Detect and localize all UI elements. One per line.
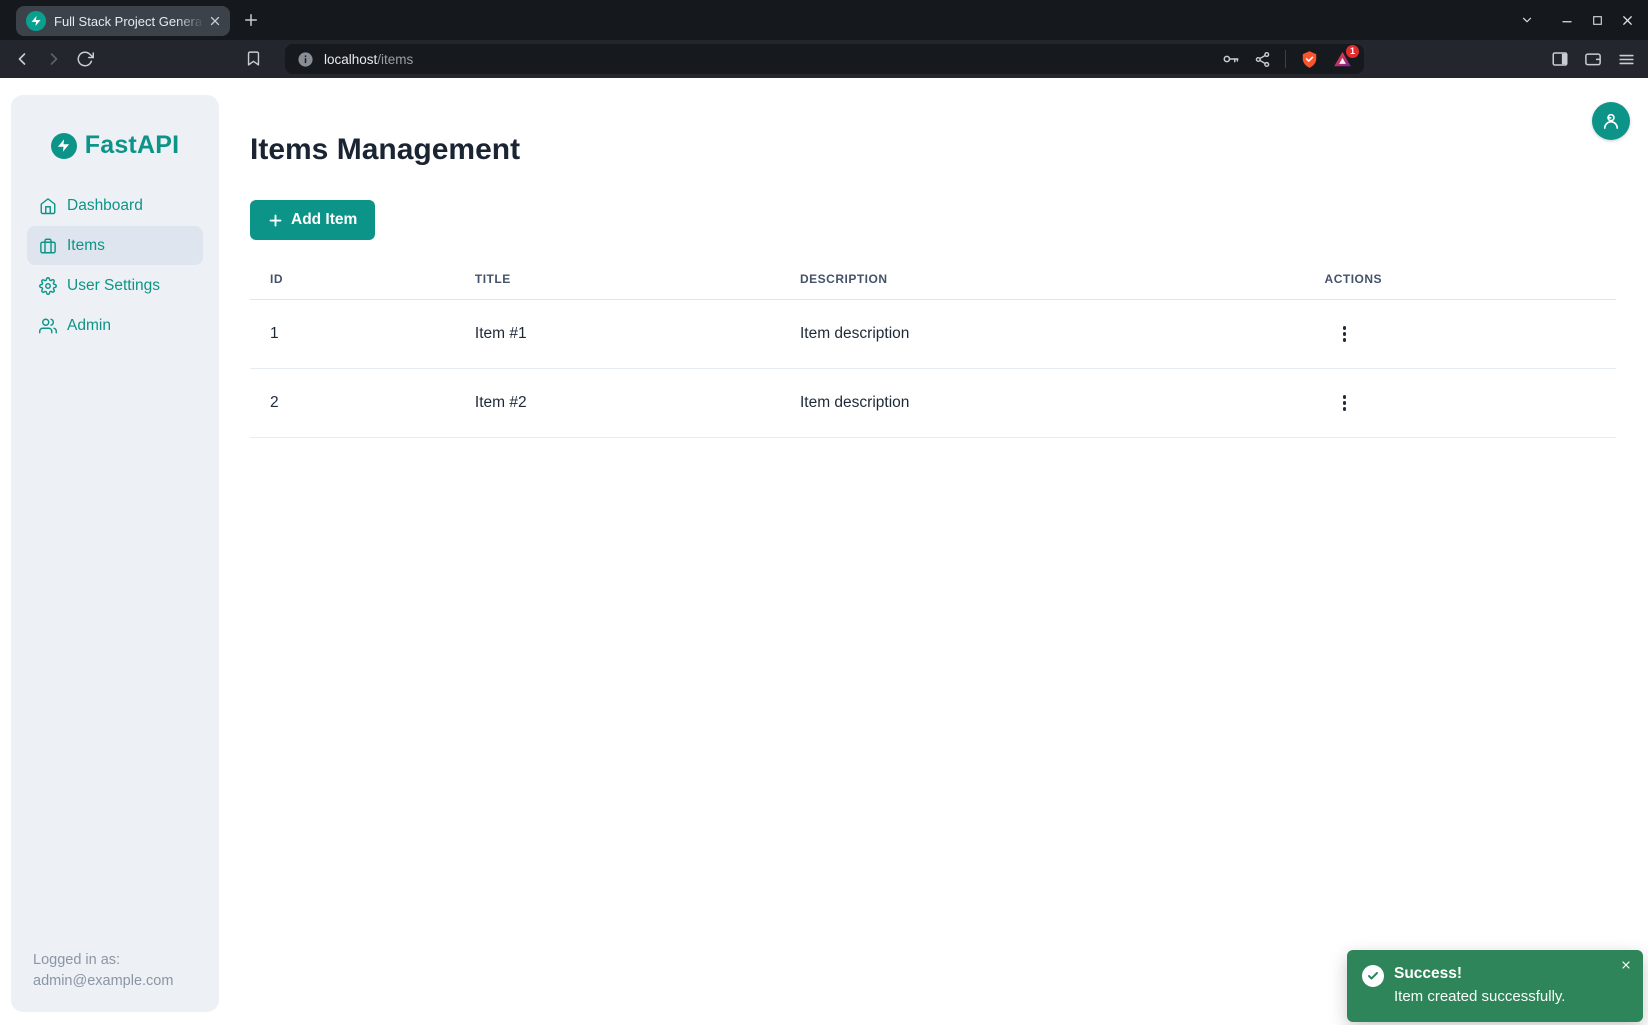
sidebar-item-label: Items bbox=[67, 237, 105, 255]
zap-icon bbox=[51, 133, 77, 159]
site-info-icon[interactable] bbox=[297, 51, 314, 68]
new-tab-plus-icon[interactable] bbox=[242, 11, 260, 29]
cell-title: Item #2 bbox=[455, 369, 780, 438]
browser-titlebar: Full Stack Project Genera bbox=[0, 0, 1648, 40]
column-header-title: TITLE bbox=[455, 264, 780, 300]
wallet-icon[interactable] bbox=[1584, 50, 1602, 68]
logo-text: FastAPI bbox=[85, 131, 179, 160]
minimize-icon[interactable] bbox=[1552, 0, 1582, 40]
table-row: 2 Item #2 Item description bbox=[250, 369, 1616, 438]
sidebar-item-label: User Settings bbox=[67, 277, 160, 295]
gear-icon bbox=[39, 277, 57, 295]
tab-search-chevron-down-icon[interactable] bbox=[1512, 0, 1542, 40]
cell-description: Item description bbox=[780, 300, 1305, 369]
sidebar-nav: Dashboard Items User Settings Admin bbox=[11, 186, 219, 345]
logged-in-email: admin@example.com bbox=[33, 971, 173, 992]
sidebar-item-label: Dashboard bbox=[67, 197, 143, 215]
users-icon bbox=[39, 317, 57, 335]
url-host: localhost bbox=[324, 52, 377, 67]
toast-message: Item created successfully. bbox=[1394, 985, 1565, 1008]
add-item-label: Add Item bbox=[291, 211, 357, 229]
column-header-description: DESCRIPTION bbox=[780, 264, 1305, 300]
divider bbox=[1285, 50, 1286, 68]
url-bar[interactable]: localhost/items 1 bbox=[285, 44, 1364, 74]
row-actions-kebab-icon[interactable] bbox=[1331, 320, 1359, 348]
toast-close-icon[interactable] bbox=[1620, 959, 1632, 971]
key-icon[interactable] bbox=[1222, 50, 1240, 68]
close-window-icon[interactable] bbox=[1612, 0, 1642, 40]
back-icon[interactable] bbox=[12, 49, 32, 69]
column-header-actions: ACTIONS bbox=[1305, 264, 1616, 300]
forward-icon bbox=[44, 49, 64, 69]
check-icon bbox=[1362, 965, 1384, 987]
menu-icon[interactable] bbox=[1617, 50, 1636, 69]
cell-id: 2 bbox=[250, 369, 455, 438]
success-toast: Success! Item created successfully. bbox=[1347, 950, 1643, 1022]
reload-icon[interactable] bbox=[76, 50, 94, 68]
user-menu-avatar[interactable] bbox=[1592, 102, 1630, 140]
maximize-icon[interactable] bbox=[1582, 0, 1612, 40]
row-actions-kebab-icon[interactable] bbox=[1331, 389, 1359, 417]
rewards-badge: 1 bbox=[1346, 45, 1359, 58]
sidebar-item-user-settings[interactable]: User Settings bbox=[27, 266, 203, 305]
items-table: ID TITLE DESCRIPTION ACTIONS 1 Item #1 I… bbox=[250, 264, 1616, 438]
plus-icon bbox=[268, 213, 283, 228]
browser-toolbar: localhost/items 1 bbox=[0, 40, 1648, 78]
cell-id: 1 bbox=[250, 300, 455, 369]
bookmark-icon[interactable] bbox=[245, 50, 262, 67]
window-controls bbox=[1512, 0, 1642, 40]
home-icon bbox=[39, 197, 57, 215]
cell-description: Item description bbox=[780, 369, 1305, 438]
page: FastAPI Dashboard Items User Settings bbox=[0, 78, 1648, 1025]
tab-title-fade bbox=[176, 13, 204, 29]
logged-in-info: Logged in as: admin@example.com bbox=[33, 950, 173, 992]
url-path: /items bbox=[377, 52, 413, 67]
brave-shield-icon[interactable] bbox=[1300, 50, 1319, 69]
column-header-id: ID bbox=[250, 264, 455, 300]
toast-title: Success! bbox=[1394, 963, 1565, 985]
brave-rewards-icon[interactable]: 1 bbox=[1333, 50, 1352, 69]
sidebar: FastAPI Dashboard Items User Settings bbox=[11, 95, 219, 1012]
fastapi-favicon-zap-icon bbox=[26, 11, 46, 31]
table-row: 1 Item #1 Item description bbox=[250, 300, 1616, 369]
table-header-row: ID TITLE DESCRIPTION ACTIONS bbox=[250, 264, 1616, 300]
main-content: Items Management Add Item ID TITLE DESCR… bbox=[250, 78, 1616, 438]
share-icon[interactable] bbox=[1254, 51, 1271, 68]
sidebar-item-label: Admin bbox=[67, 317, 111, 335]
logged-in-label: Logged in as: bbox=[33, 950, 173, 971]
tab-close-icon[interactable] bbox=[208, 14, 222, 28]
cell-title: Item #1 bbox=[455, 300, 780, 369]
sidebar-item-items[interactable]: Items bbox=[27, 226, 203, 265]
fastapi-logo: FastAPI bbox=[11, 95, 219, 160]
page-title: Items Management bbox=[250, 135, 1616, 165]
sidebar-item-admin[interactable]: Admin bbox=[27, 306, 203, 345]
user-icon bbox=[1601, 111, 1621, 131]
briefcase-icon bbox=[39, 237, 57, 255]
side-panel-icon[interactable] bbox=[1551, 50, 1569, 68]
add-item-button[interactable]: Add Item bbox=[250, 200, 375, 240]
sidebar-item-dashboard[interactable]: Dashboard bbox=[27, 186, 203, 225]
browser-tab[interactable]: Full Stack Project Genera bbox=[16, 6, 230, 36]
